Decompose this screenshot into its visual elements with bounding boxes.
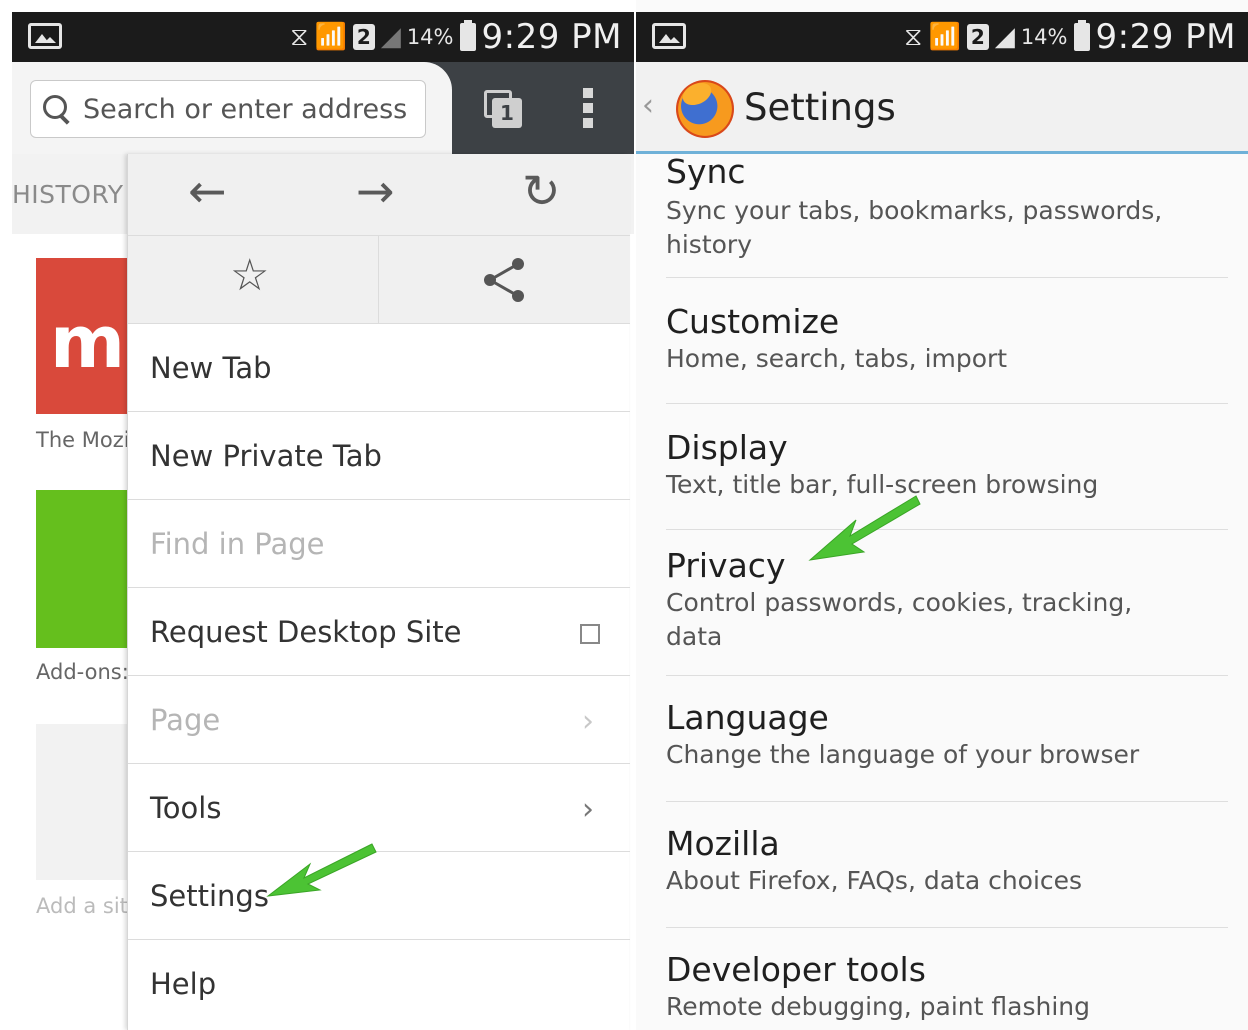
annotation-arrow-icon bbox=[266, 843, 377, 897]
menu-item-find-in-page: Find in Page bbox=[128, 500, 630, 588]
sim-icon: 2 bbox=[966, 24, 989, 50]
settings-item-title: Developer tools bbox=[666, 950, 926, 989]
divider bbox=[378, 236, 379, 324]
battery-icon bbox=[1073, 20, 1090, 51]
battery-percent: 14% bbox=[1020, 25, 1068, 49]
settings-item-title: Privacy bbox=[666, 546, 786, 585]
settings-item-subtitle: Text, title bar, full-screen browsing bbox=[666, 470, 1099, 499]
menu-item-label: New Tab bbox=[150, 350, 272, 385]
tab-history[interactable]: HISTORY bbox=[12, 180, 124, 209]
battery-icon bbox=[459, 20, 476, 51]
menu-item-label: Request Desktop Site bbox=[150, 614, 462, 649]
menu-item-label: Find in Page bbox=[150, 526, 325, 561]
battery-percent: 14% bbox=[406, 25, 454, 49]
gallery-notification-icon bbox=[28, 23, 62, 49]
forward-arrow-icon[interactable]: → bbox=[356, 168, 395, 214]
tile-caption: The Mozi bbox=[36, 428, 130, 452]
reload-icon[interactable]: ↻ bbox=[522, 168, 561, 214]
menu-item-label: Page bbox=[150, 702, 221, 737]
bookmark-star-icon[interactable]: ☆ bbox=[230, 254, 269, 298]
menu-item-label: Settings bbox=[150, 878, 269, 913]
nfc-icon: ⧖ bbox=[904, 22, 923, 52]
signal-icon: ◢ bbox=[994, 22, 1015, 52]
page-title: Settings bbox=[744, 86, 896, 129]
settings-item-display[interactable]: Display Text, title bar, full-screen bro… bbox=[666, 428, 1228, 530]
settings-item-subtitle: Sync your tabs, bookmarks, passwords, hi… bbox=[666, 196, 1163, 259]
browser-screen: ⧖ 📶 2 ◢ 14% 9:29 PM Search or enter addr… bbox=[12, 0, 634, 1030]
menu-item-label: Tools bbox=[150, 790, 222, 825]
sim-icon: 2 bbox=[352, 24, 375, 50]
settings-item-subtitle: Home, search, tabs, import bbox=[666, 344, 1008, 373]
tile-caption: Add-ons: bbox=[36, 660, 129, 684]
menu-nav-row: ← → ↻ bbox=[128, 154, 630, 236]
settings-item-privacy[interactable]: Privacy Control passwords, cookies, trac… bbox=[666, 546, 1228, 676]
signal-icon: ◢ bbox=[380, 22, 401, 52]
search-input[interactable]: Search or enter address bbox=[30, 80, 426, 138]
status-bar: ⧖ 📶 2 ◢ 14% 9:29 PM bbox=[636, 12, 1248, 62]
settings-screen: ⧖ 📶 2 ◢ 14% 9:29 PM ‹ Settings Sync Sync… bbox=[636, 0, 1248, 1030]
search-icon bbox=[43, 95, 71, 123]
settings-item-subtitle: Remote debugging, paint flashing bbox=[666, 992, 1090, 1021]
settings-item-title: Sync bbox=[666, 152, 746, 191]
settings-item-developer-tools[interactable]: Developer tools Remote debugging, paint … bbox=[666, 950, 1228, 1030]
chevron-right-icon: › bbox=[582, 704, 594, 739]
desktop-site-checkbox[interactable] bbox=[580, 624, 600, 644]
tile-caption: Add a sit bbox=[36, 894, 128, 918]
back-chevron-icon[interactable]: ‹ bbox=[642, 88, 654, 123]
settings-item-title: Mozilla bbox=[666, 824, 780, 863]
settings-header: ‹ Settings bbox=[636, 62, 1248, 154]
menu-icon-row: ☆ bbox=[128, 236, 630, 324]
status-bar: ⧖ 📶 2 ◢ 14% 9:29 PM bbox=[12, 12, 634, 62]
tab-count: 1 bbox=[492, 98, 522, 128]
settings-item-subtitle: About Firefox, FAQs, data choices bbox=[666, 866, 1083, 895]
settings-item-customize[interactable]: Customize Home, search, tabs, import bbox=[666, 302, 1228, 404]
settings-item-title: Language bbox=[666, 698, 829, 737]
settings-item-title: Customize bbox=[666, 302, 840, 341]
clock: 9:29 PM bbox=[481, 17, 622, 57]
menu-item-new-private-tab[interactable]: New Private Tab bbox=[128, 412, 630, 500]
menu-item-new-tab[interactable]: New Tab bbox=[128, 324, 630, 412]
tabs-button[interactable]: 1 bbox=[484, 90, 522, 128]
search-placeholder: Search or enter address bbox=[83, 93, 408, 125]
menu-item-label: Help bbox=[150, 967, 217, 1001]
share-icon[interactable] bbox=[480, 256, 528, 304]
gallery-notification-icon bbox=[652, 23, 686, 49]
annotation-arrow-icon bbox=[808, 495, 921, 561]
settings-item-sync[interactable]: Sync Sync your tabs, bookmarks, password… bbox=[666, 152, 1228, 278]
menu-item-page: Page › bbox=[128, 676, 630, 764]
menu-item-help[interactable]: Help bbox=[128, 940, 630, 1028]
wifi-icon: 📶 bbox=[314, 22, 347, 52]
settings-item-mozilla[interactable]: Mozilla About Firefox, FAQs, data choice… bbox=[666, 824, 1228, 928]
menu-item-request-desktop-site[interactable]: Request Desktop Site bbox=[128, 588, 630, 676]
nfc-icon: ⧖ bbox=[290, 22, 309, 52]
wifi-icon: 📶 bbox=[928, 22, 961, 52]
tile-logo-text: m bbox=[50, 300, 125, 384]
settings-item-title: Display bbox=[666, 428, 788, 467]
settings-item-language[interactable]: Language Change the language of your bro… bbox=[666, 698, 1228, 802]
menu-item-label: New Private Tab bbox=[150, 438, 382, 473]
back-arrow-icon[interactable]: ← bbox=[188, 168, 227, 214]
chevron-right-icon: › bbox=[582, 792, 594, 827]
firefox-logo-icon[interactable] bbox=[676, 80, 734, 138]
clock: 9:29 PM bbox=[1095, 17, 1236, 57]
settings-item-subtitle: Control passwords, cookies, tracking, da… bbox=[666, 588, 1133, 651]
settings-item-subtitle: Change the language of your browser bbox=[666, 740, 1140, 769]
overflow-menu-icon[interactable] bbox=[580, 88, 596, 130]
